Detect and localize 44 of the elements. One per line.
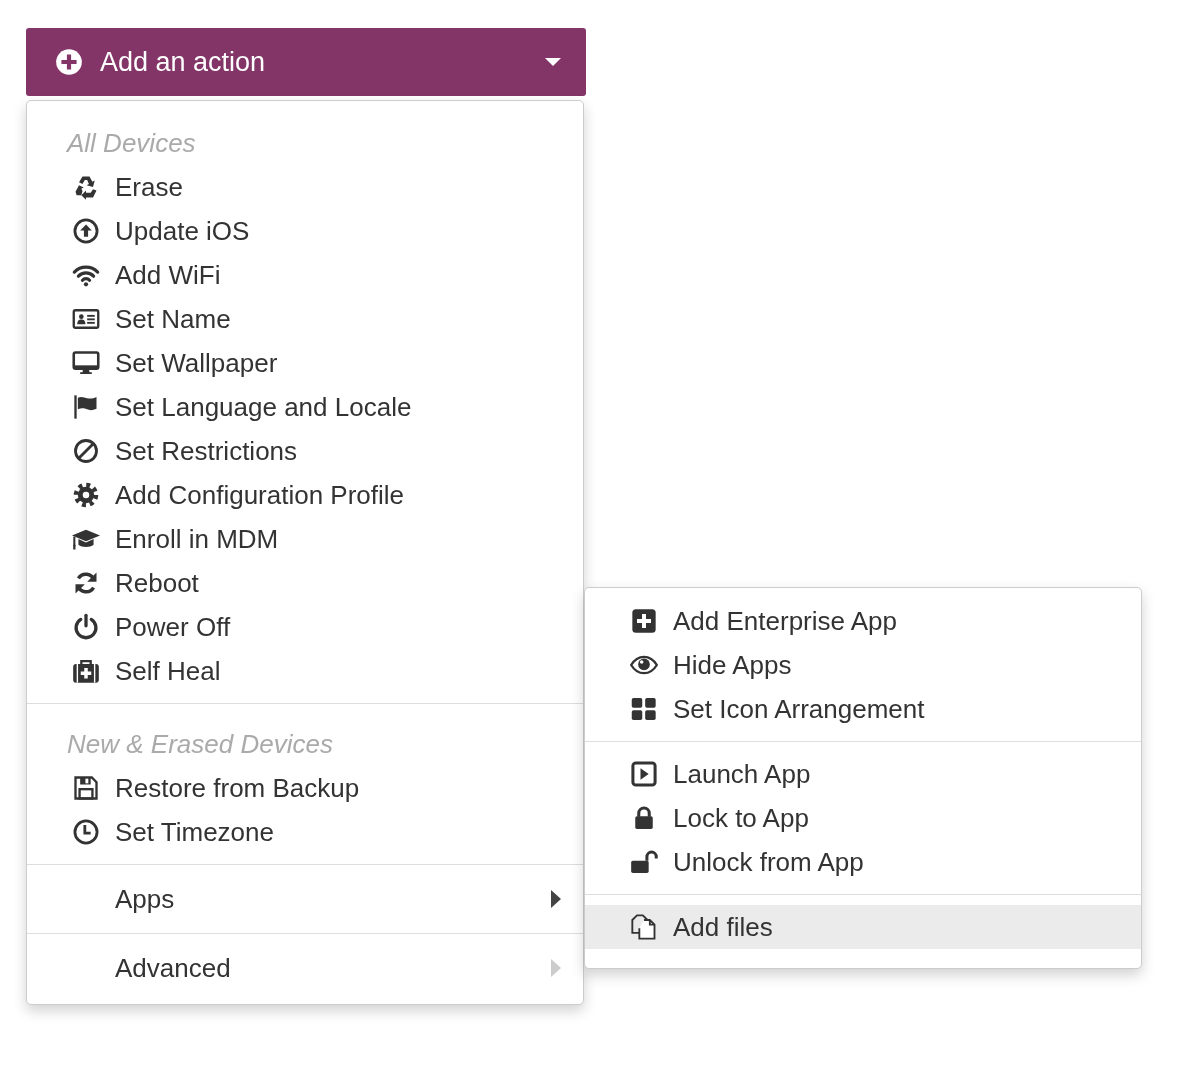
flag-icon [72,393,100,421]
arrow-right-icon [551,959,561,977]
menu-item[interactable]: Set Restrictions [27,429,583,473]
ban-icon [72,437,100,465]
menu-item[interactable]: Set Icon Arrangement [585,687,1141,731]
menu-item[interactable]: Update iOS [27,209,583,253]
add-action-button[interactable]: Add an action [26,28,586,96]
menu-item[interactable]: Set Language and Locale [27,385,583,429]
arrow-right-icon [551,890,561,908]
menu-item[interactable]: Launch App [585,752,1141,796]
menu-item[interactable]: Hide Apps [585,643,1141,687]
section-header: All Devices [65,127,197,160]
plus-square-icon [630,607,658,635]
menu-item[interactable]: Set Wallpaper [27,341,583,385]
menu-item[interactable]: Reboot [27,561,583,605]
menu-item[interactable]: Restore from Backup [27,766,583,810]
medkit-icon [72,657,100,685]
menu-item[interactable]: Erase [27,165,583,209]
plus-circle-icon [55,48,83,76]
menu-item[interactable]: Self Heal [27,649,583,693]
caret-icon [545,57,561,67]
arrow-up-circle-icon [72,217,100,245]
play-square-icon [630,760,658,788]
power-icon [72,613,100,641]
menu-item[interactable]: Add files [585,905,1141,949]
menu-item[interactable]: Set Timezone [27,810,583,854]
menu-item[interactable]: Enroll in MDM [27,517,583,561]
monitor-icon [72,349,100,377]
menu-item[interactable]: Add Enterprise App [585,599,1141,643]
grid-icon [630,695,658,723]
gear-icon [72,481,100,509]
refresh-icon [72,569,100,597]
clock-icon [72,818,100,846]
unlock-icon [630,848,658,876]
section-header: New & Erased Devices [66,728,334,761]
submenu-item[interactable]: Advanced [27,946,583,990]
menu-item[interactable]: Unlock from App [585,840,1141,884]
menu-item[interactable]: Add Configuration Profile [27,473,583,517]
menu-item[interactable]: Set Name [27,297,583,341]
menu-item[interactable]: Power Off [27,605,583,649]
submenu-item[interactable]: Apps [27,877,583,921]
menu-item[interactable]: Lock to App [585,796,1141,840]
menu-item[interactable]: Add WiFi [27,253,583,297]
files-icon [630,913,658,941]
